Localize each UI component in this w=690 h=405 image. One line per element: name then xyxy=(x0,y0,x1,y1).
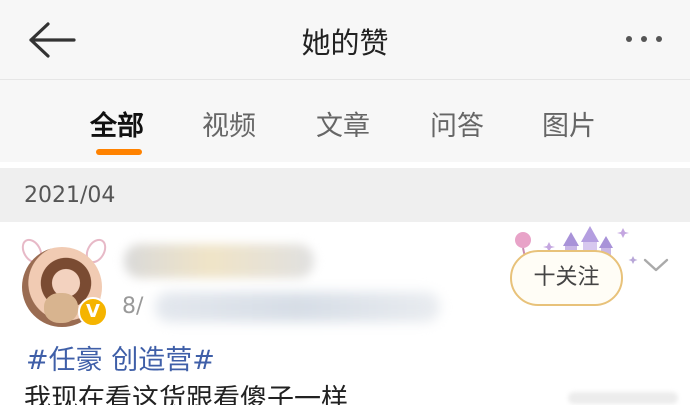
top-navigation-bar: 她的赞 xyxy=(0,0,690,80)
active-tab-indicator xyxy=(96,149,142,155)
tab-all[interactable]: 全部 xyxy=(90,104,144,143)
ellipsis-icon xyxy=(641,36,647,42)
topic-hashtag[interactable]: #任豪 创造营# xyxy=(26,338,215,377)
more-options-button[interactable] xyxy=(626,36,662,42)
post-text: 我现在看这货跟看傻子一样 xyxy=(24,384,348,405)
user-avatar[interactable]: V xyxy=(21,237,108,327)
page-title: 她的赞 xyxy=(301,26,389,60)
ellipsis-icon xyxy=(626,36,632,42)
verified-badge: V xyxy=(78,297,108,327)
follow-button[interactable]: 十关注 xyxy=(510,250,623,306)
tab-article[interactable]: 文章 xyxy=(316,104,370,143)
tab-qa[interactable]: 问答 xyxy=(430,104,484,143)
blurred-post-meta xyxy=(155,292,440,322)
blurred-watermark xyxy=(568,392,678,404)
chevron-down-icon[interactable] xyxy=(642,256,670,274)
ellipsis-icon xyxy=(656,36,662,42)
tab-video[interactable]: 视频 xyxy=(202,104,256,143)
date-section-header: 2021/04 xyxy=(0,168,690,222)
tab-image[interactable]: 图片 xyxy=(542,104,596,143)
section-date: 2021/04 xyxy=(24,183,116,208)
post-time: 8/ xyxy=(122,294,144,319)
blurred-username xyxy=(124,244,314,278)
